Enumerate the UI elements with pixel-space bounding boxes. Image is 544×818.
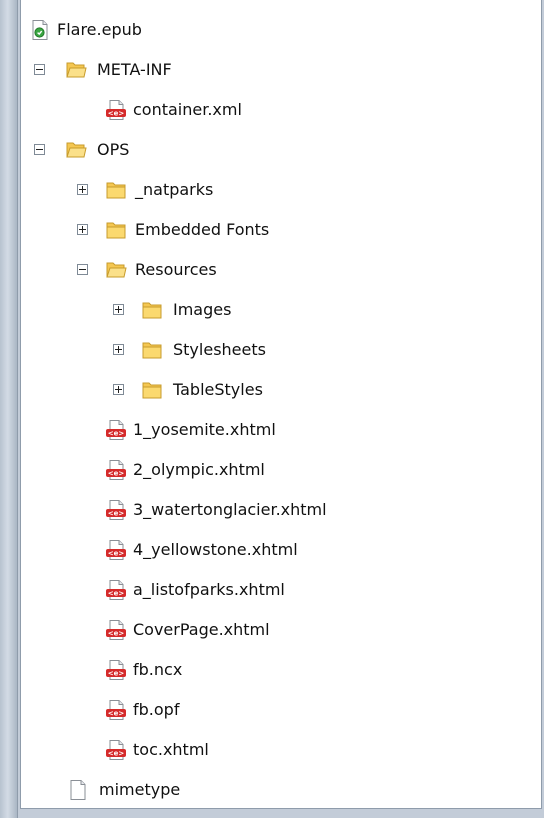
- svg-text:<e>: <e>: [108, 510, 125, 518]
- xml-file-icon: <e>: [106, 540, 126, 560]
- tree-item-ops[interactable]: OPS: [21, 130, 541, 170]
- folder-icon: [142, 342, 162, 359]
- tree-item-label: container.xml: [133, 100, 242, 119]
- tree-item-container-xml[interactable]: <e> container.xml: [21, 90, 541, 130]
- tree-item-label: toc.xhtml: [133, 740, 209, 759]
- xml-file-icon: <e>: [106, 740, 126, 760]
- tree-item-label: fb.opf: [133, 700, 180, 719]
- tree-item-label: META-INF: [97, 60, 172, 79]
- svg-text:<e>: <e>: [108, 710, 125, 718]
- folder-icon: [106, 182, 126, 199]
- collapse-toggle[interactable]: [77, 264, 88, 275]
- xml-file-icon: <e>: [106, 420, 126, 440]
- tree-item-natparks[interactable]: _natparks: [21, 170, 541, 210]
- svg-text:<e>: <e>: [108, 630, 125, 638]
- expand-toggle[interactable]: [113, 344, 124, 355]
- tree-item-file[interactable]: <e> fb.opf: [21, 690, 541, 730]
- svg-text:<e>: <e>: [108, 590, 125, 598]
- epub-icon: [32, 20, 48, 40]
- tree-item-file[interactable]: <e> a_listofparks.xhtml: [21, 570, 541, 610]
- collapse-toggle[interactable]: [34, 144, 45, 155]
- tree-item-stylesheets[interactable]: Stylesheets: [21, 330, 541, 370]
- folder-open-icon: [66, 62, 87, 78]
- blank-file-icon: [70, 780, 86, 800]
- expand-toggle[interactable]: [113, 384, 124, 395]
- svg-text:<e>: <e>: [108, 110, 125, 118]
- expand-toggle[interactable]: [77, 184, 88, 195]
- left-window-edge: [0, 0, 18, 818]
- xml-file-icon: <e>: [106, 700, 126, 720]
- tree-item-label: 1_yosemite.xhtml: [133, 420, 276, 439]
- tree-item-file[interactable]: <e> 1_yosemite.xhtml: [21, 410, 541, 450]
- folder-icon: [142, 382, 162, 399]
- tree-item-tablestyles[interactable]: TableStyles: [21, 370, 541, 410]
- tree-item-images[interactable]: Images: [21, 290, 541, 330]
- tree-item-label: OPS: [97, 140, 130, 159]
- folder-open-icon: [106, 262, 127, 278]
- xml-file-icon: <e>: [106, 620, 126, 640]
- tree-item-resources[interactable]: Resources: [21, 250, 541, 290]
- svg-text:<e>: <e>: [108, 750, 125, 758]
- svg-text:<e>: <e>: [108, 550, 125, 558]
- folder-icon: [142, 302, 162, 319]
- tree-item-flare-epub[interactable]: Flare.epub: [21, 10, 541, 50]
- tree-item-label: Embedded Fonts: [135, 220, 270, 239]
- expand-toggle[interactable]: [77, 224, 88, 235]
- tree-item-label: _natparks: [135, 180, 214, 199]
- xml-file-icon: <e>: [106, 500, 126, 520]
- xml-file-icon: <e>: [106, 660, 126, 680]
- svg-text:<e>: <e>: [108, 670, 125, 678]
- tree-item-meta-inf[interactable]: META-INF: [21, 50, 541, 90]
- tree-item-label: mimetype: [99, 780, 181, 799]
- tree-item-label: a_listofparks.xhtml: [133, 580, 285, 599]
- tree-item-label: TableStyles: [173, 380, 263, 399]
- tree-item-label: fb.ncx: [133, 660, 183, 679]
- tree-item-label: 2_olympic.xhtml: [133, 460, 265, 479]
- tree-item-file[interactable]: <e> 4_yellowstone.xhtml: [21, 530, 541, 570]
- tree-item-label: Images: [173, 300, 232, 319]
- tree-item-label: Resources: [135, 260, 217, 279]
- folder-icon: [106, 222, 126, 239]
- xml-file-icon: <e>: [106, 580, 126, 600]
- tree-item-file[interactable]: <e> 2_olympic.xhtml: [21, 450, 541, 490]
- tree-item-file[interactable]: <e> 3_watertonglacier.xhtml: [21, 490, 541, 530]
- file-tree: Flare.epub META-INF <e> container.xml OP…: [21, 0, 541, 810]
- xml-file-icon: <e>: [106, 460, 126, 480]
- expand-toggle[interactable]: [113, 304, 124, 315]
- tree-item-label: CoverPage.xhtml: [133, 620, 270, 639]
- tree-item-label: Flare.epub: [57, 20, 142, 39]
- svg-text:<e>: <e>: [108, 470, 125, 478]
- tree-item-file[interactable]: <e> CoverPage.xhtml: [21, 610, 541, 650]
- tree-item-mimetype[interactable]: mimetype: [21, 770, 541, 810]
- tree-item-embedded-fonts[interactable]: Embedded Fonts: [21, 210, 541, 250]
- tree-item-label: 3_watertonglacier.xhtml: [133, 500, 327, 519]
- collapse-toggle[interactable]: [34, 64, 45, 75]
- folder-open-icon: [66, 142, 87, 158]
- file-tree-panel: Flare.epub META-INF <e> container.xml OP…: [20, 0, 542, 809]
- tree-item-label: 4_yellowstone.xhtml: [133, 540, 298, 559]
- svg-text:<e>: <e>: [108, 430, 125, 438]
- tree-item-file[interactable]: <e> fb.ncx: [21, 650, 541, 690]
- tree-item-file[interactable]: <e> toc.xhtml: [21, 730, 541, 770]
- tree-item-label: Stylesheets: [173, 340, 266, 359]
- xml-file-icon: <e>: [106, 100, 126, 120]
